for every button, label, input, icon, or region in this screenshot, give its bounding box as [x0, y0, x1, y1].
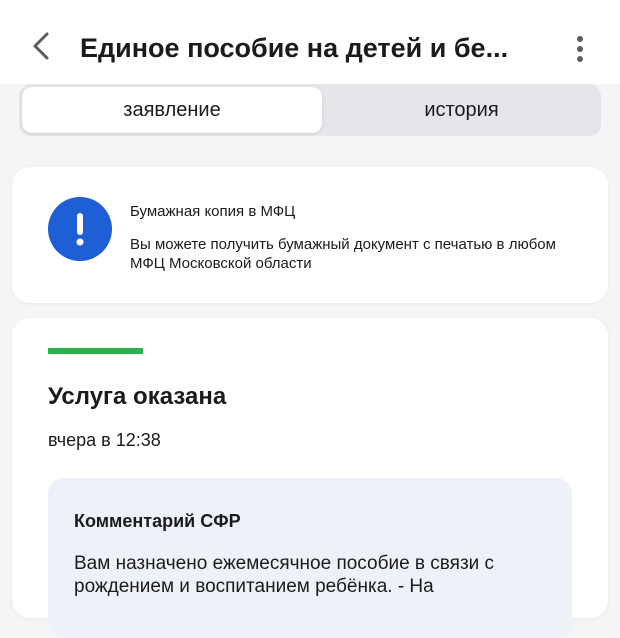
- more-options-button[interactable]: [566, 30, 594, 68]
- status-indicator-bar: [48, 348, 143, 354]
- more-vertical-icon-dot: [577, 56, 583, 62]
- tab-history[interactable]: история: [325, 87, 598, 133]
- app-header: Единое пособие на детей и бе...: [0, 0, 620, 84]
- comment-title: Комментарий СФР: [74, 511, 241, 531]
- segmented-tabs: заявление история: [19, 84, 601, 136]
- back-button[interactable]: [26, 30, 58, 66]
- notice-title: Бумажная копия в МФЦ: [130, 203, 296, 220]
- tab-application[interactable]: заявление: [22, 87, 322, 133]
- notice-card: Бумажная копия в МФЦ Вы можете получить …: [12, 167, 608, 303]
- chevron-left-icon: [30, 31, 54, 66]
- more-vertical-icon-dot: [577, 46, 583, 52]
- more-vertical-icon: [577, 36, 583, 42]
- notice-text: Вы можете получить бумажный документ с п…: [130, 236, 556, 272]
- page-title: Единое пособие на детей и бе...: [80, 33, 509, 63]
- status-card: Услуга оказана вчера в 12:38 Комментарий…: [12, 318, 608, 638]
- comment-box: Комментарий СФР Вам назначено ежемесячно…: [48, 478, 572, 638]
- status-title: Услуга оказана: [48, 383, 227, 410]
- exclamation-icon: [48, 197, 112, 261]
- status-timestamp: вчера в 12:38: [48, 430, 161, 450]
- comment-text: Вам назначено ежемесячное пособие в связ…: [74, 553, 495, 597]
